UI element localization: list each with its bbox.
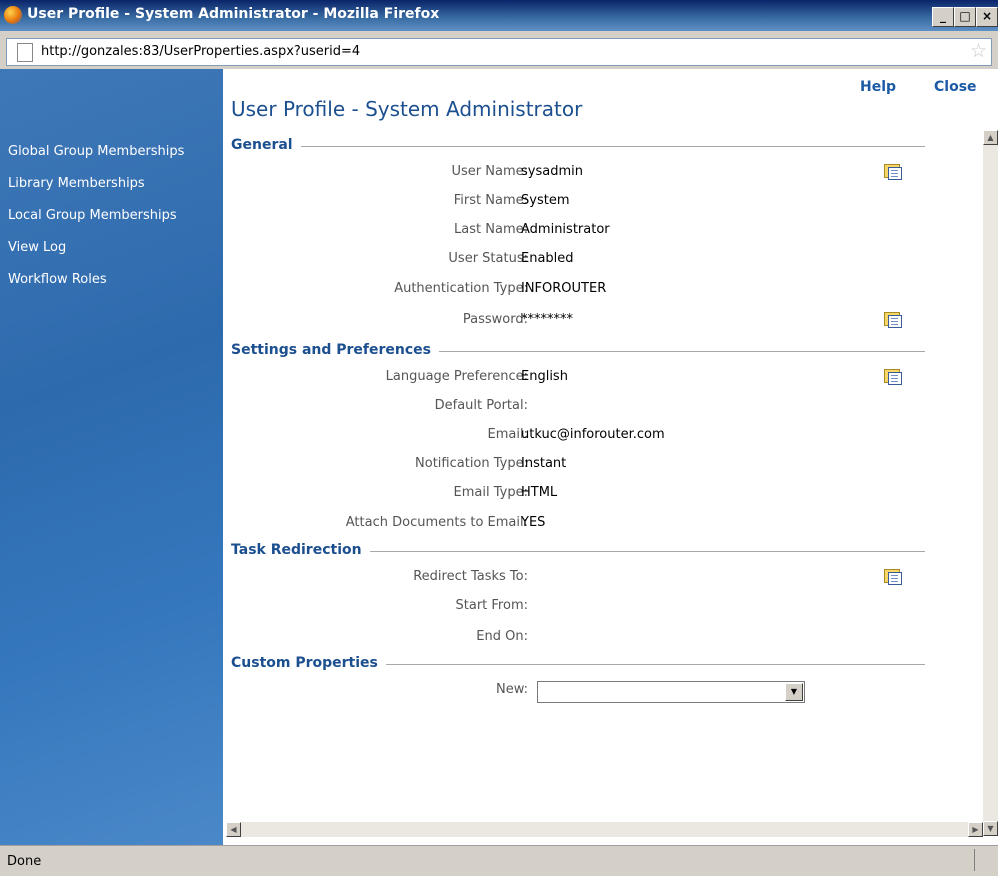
- minimize-button[interactable]: _: [932, 7, 954, 27]
- scroll-down-button[interactable]: ▼: [983, 821, 998, 836]
- main-content: Help Close User Profile - System Adminis…: [223, 69, 998, 845]
- dropdown-arrow-icon[interactable]: ▼: [785, 683, 803, 701]
- bookmark-star-icon[interactable]: ☆: [970, 40, 987, 62]
- page-title: User Profile - System Administrator: [231, 97, 583, 121]
- section-title-settings: Settings and Preferences: [231, 342, 440, 358]
- sidebar: Global Group Memberships Library Members…: [0, 69, 223, 845]
- field-label-user-name: User Name:: [451, 164, 529, 179]
- field-label-default-portal: Default Portal:: [434, 398, 528, 413]
- field-label-user-status: User Status:: [448, 251, 528, 266]
- field-label-new: New:: [495, 682, 528, 697]
- sidebar-item-local-group-memberships[interactable]: Local Group Memberships: [8, 208, 177, 223]
- field-value-user-name: sysadmin: [521, 164, 583, 179]
- edit-properties-icon[interactable]: [884, 164, 902, 180]
- sidebar-item-workflow-roles[interactable]: Workflow Roles: [8, 272, 107, 287]
- section-title-task-redirection: Task Redirection: [231, 542, 370, 558]
- field-value-email: utkuc@inforouter.com: [521, 427, 665, 442]
- firefox-icon: [4, 6, 22, 24]
- scroll-left-button[interactable]: ◀: [226, 822, 241, 837]
- field-value-notification-type: Instant: [521, 456, 567, 471]
- window-title: User Profile - System Administrator - Mo…: [27, 6, 440, 22]
- field-label-start-from: Start From:: [455, 598, 528, 613]
- close-link[interactable]: Close: [934, 79, 977, 95]
- field-label-password: Password:: [462, 312, 528, 327]
- field-value-authentication-type: INFOROUTER: [521, 281, 607, 296]
- field-value-language-preference: English: [521, 369, 568, 384]
- field-label-redirect-tasks-to: Redirect Tasks To:: [413, 569, 528, 584]
- section-custom-properties: Custom Properties: [231, 655, 925, 675]
- status-bar: Done: [0, 845, 998, 876]
- page-icon: [17, 43, 33, 62]
- maximize-button[interactable]: □: [954, 7, 976, 27]
- edit-properties-icon[interactable]: [884, 312, 902, 328]
- field-value-first-name: System: [521, 193, 570, 208]
- sidebar-item-global-group-memberships[interactable]: Global Group Memberships: [8, 144, 184, 159]
- field-label-attach-documents: Attach Documents to Email:: [345, 515, 528, 530]
- url-field[interactable]: http://gonzales:83/UserProperties.aspx?u…: [6, 38, 992, 66]
- horizontal-scrollbar[interactable]: ◀ ▶: [226, 822, 983, 837]
- field-label-authentication-type: Authentication Type:: [394, 281, 528, 296]
- sidebar-item-view-log[interactable]: View Log: [8, 240, 66, 255]
- edit-properties-icon[interactable]: [884, 569, 902, 585]
- scroll-up-button[interactable]: ▲: [983, 130, 998, 145]
- section-title-general: General: [231, 137, 301, 153]
- field-value-user-status: Enabled: [521, 251, 574, 266]
- field-value-email-type: HTML: [521, 485, 558, 500]
- field-label-email: Email:: [487, 427, 528, 442]
- address-bar: http://gonzales:83/UserProperties.aspx?u…: [0, 31, 998, 69]
- scroll-right-button[interactable]: ▶: [968, 822, 983, 837]
- field-label-end-on: End On:: [476, 629, 528, 644]
- help-link[interactable]: Help: [860, 79, 896, 95]
- sidebar-item-library-memberships[interactable]: Library Memberships: [8, 176, 145, 191]
- field-label-email-type: Email Type:: [453, 485, 528, 500]
- close-window-button[interactable]: ×: [976, 7, 998, 27]
- section-divider: [231, 146, 925, 147]
- vertical-scrollbar[interactable]: ▲ ▼: [983, 130, 998, 836]
- section-task-redirection: Task Redirection: [231, 542, 925, 562]
- section-title-custom-properties: Custom Properties: [231, 655, 386, 671]
- window-titlebar[interactable]: User Profile - System Administrator - Mo…: [0, 0, 998, 31]
- section-general: General: [231, 137, 925, 157]
- new-custom-property-select[interactable]: ▼: [537, 681, 805, 703]
- field-label-notification-type: Notification Type:: [415, 456, 528, 471]
- field-label-first-name: First Name:: [453, 193, 528, 208]
- field-label-language-preference: Language Preference:: [385, 369, 528, 384]
- section-settings-and-preferences: Settings and Preferences: [231, 342, 925, 362]
- status-text: Done: [7, 854, 42, 869]
- field-value-last-name: Administrator: [521, 222, 610, 237]
- field-label-last-name: Last Name:: [454, 222, 528, 237]
- edit-properties-icon[interactable]: [884, 369, 902, 385]
- field-value-attach-documents: YES: [521, 515, 546, 530]
- status-divider: [974, 849, 975, 871]
- field-value-password: ********: [521, 312, 573, 327]
- url-text[interactable]: http://gonzales:83/UserProperties.aspx?u…: [41, 44, 360, 59]
